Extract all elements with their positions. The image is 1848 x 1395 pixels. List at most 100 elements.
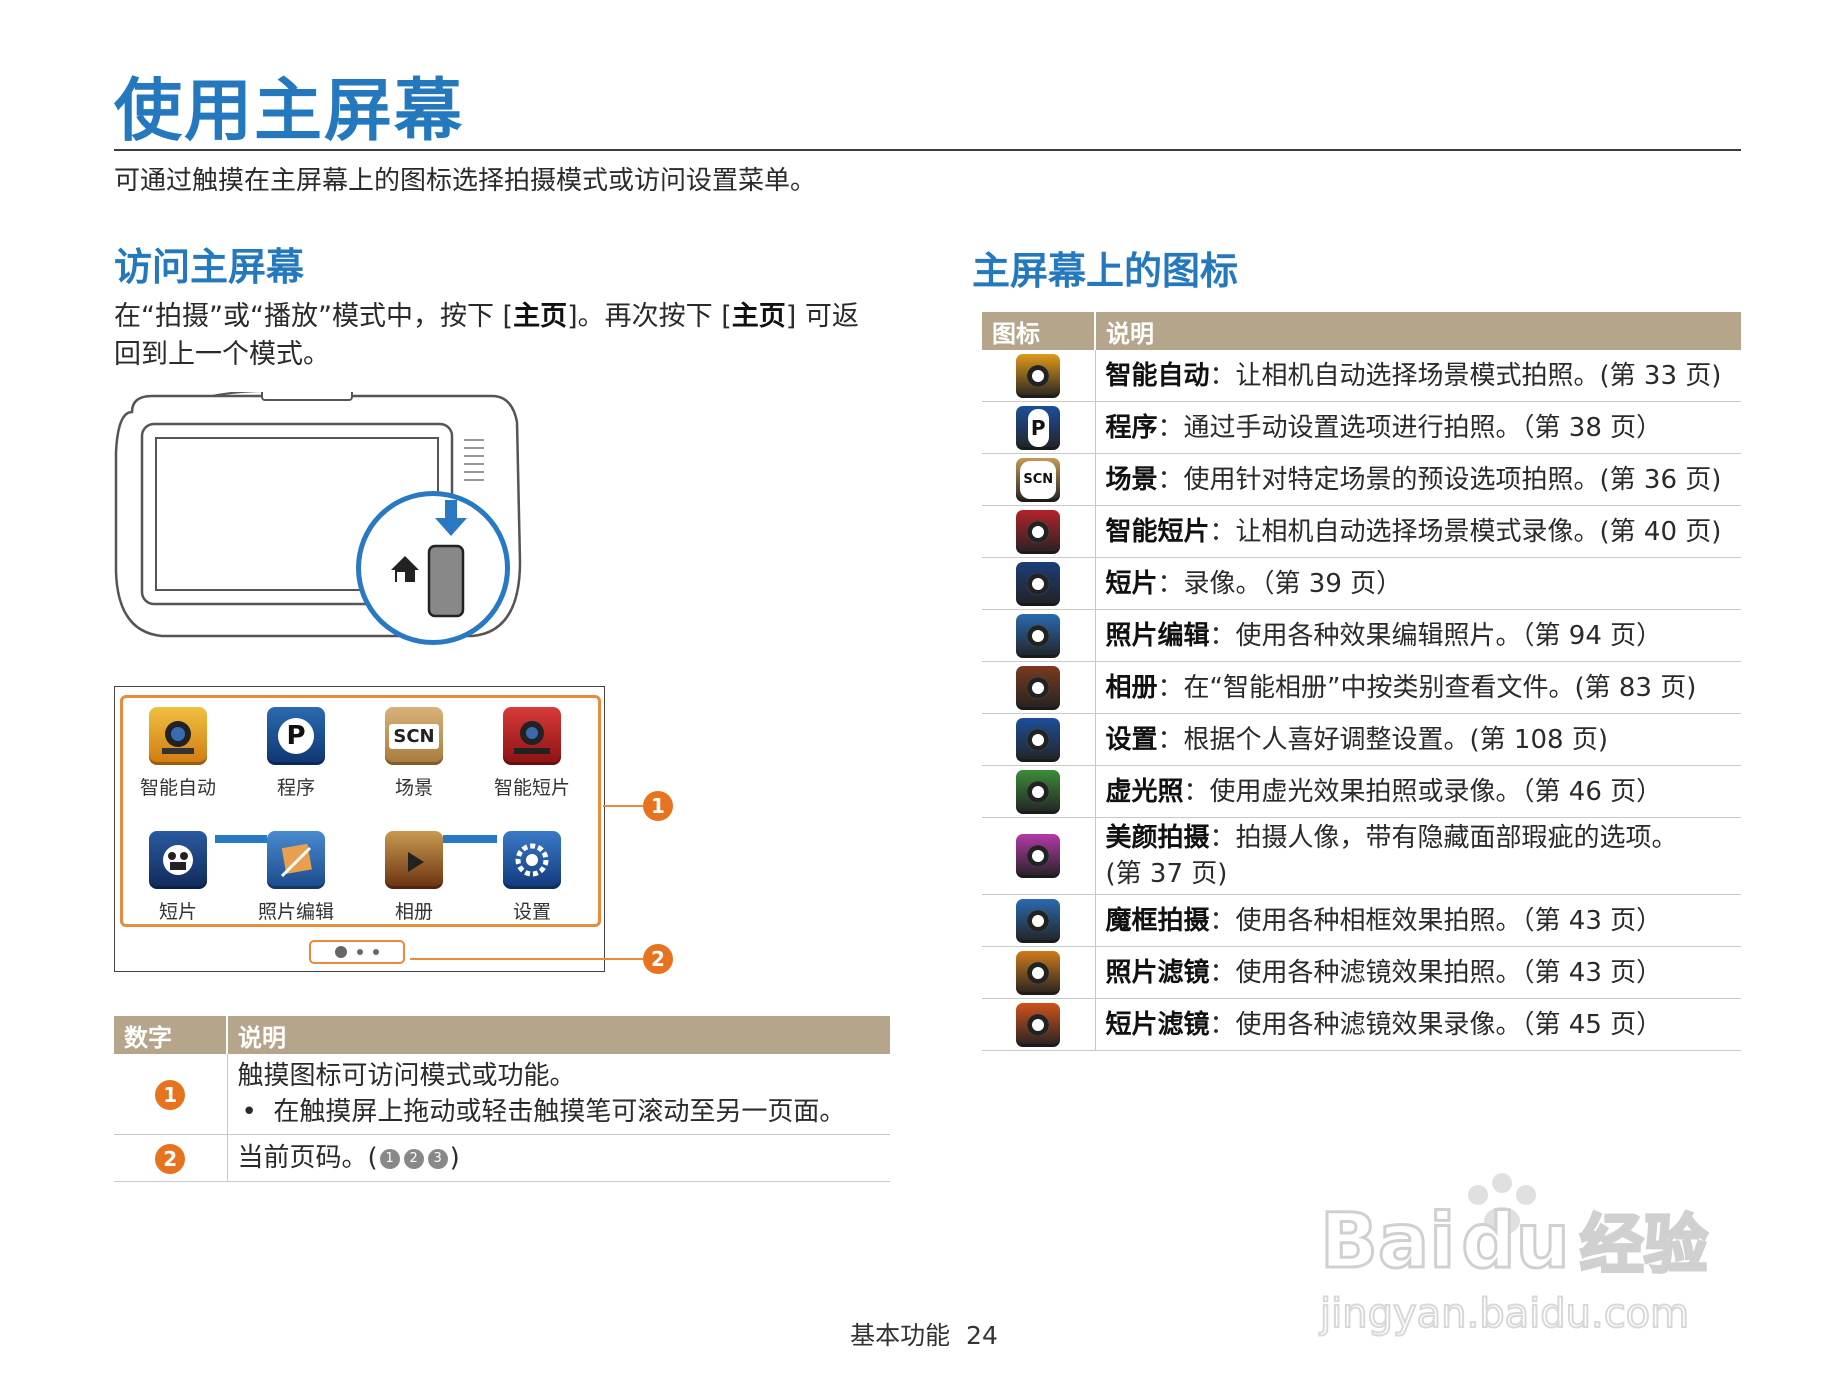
- mode-name: 相册: [1105, 672, 1158, 703]
- app-scene[interactable]: SCN 场景: [359, 707, 469, 800]
- app-label: 场景: [394, 777, 433, 799]
- mode-name: 照片编辑: [1105, 620, 1210, 651]
- callout-leader-2: [410, 958, 643, 960]
- app-program[interactable]: P 程序: [241, 707, 351, 800]
- smart-auto-icon: [1016, 353, 1061, 398]
- table-row: 2 当前页码。(1 2 3): [114, 1134, 890, 1182]
- scene-icon: SCN: [385, 707, 443, 765]
- title-divider: [114, 149, 1741, 151]
- app-settings[interactable]: 设置: [477, 831, 587, 924]
- callout-badge: 2: [155, 1144, 186, 1174]
- col-header-icon: 图标: [982, 312, 1096, 350]
- app-label: 照片编辑: [257, 901, 334, 923]
- app-label: 设置: [512, 901, 551, 923]
- mode-name: 虚光照: [1105, 776, 1184, 807]
- table-row: 虚光照：使用虚光效果拍照或录像。（第 46 页）: [982, 765, 1741, 818]
- press-arrow-icon: [435, 500, 467, 536]
- bullet: •: [241, 1097, 257, 1127]
- mode-description: ：使用各种效果编辑照片。（第 94 页）: [1209, 620, 1663, 651]
- svg-text:jingyan.baidu.com: jingyan.baidu.com: [1319, 1291, 1689, 1337]
- baidu-jingyan-watermark: Baidu 经验 jingyan.baidu.com: [1318, 1173, 1709, 1338]
- album-icon: [385, 831, 443, 889]
- table-row: 照片编辑：使用各种效果编辑照片。（第 94 页）: [982, 609, 1741, 662]
- home-key-label: 主页: [513, 301, 568, 332]
- row-text: 在触摸屏上拖动或轻击触摸笔可滚动至另一页面。: [273, 1097, 846, 1127]
- table-row: 智能短片：让相机自动选择场景模式录像。(第 40 页): [982, 505, 1741, 558]
- app-label: 智能自动: [139, 777, 216, 799]
- mode-name: 设置: [1105, 724, 1158, 755]
- callout-table: 数字 说明 1 触摸图标可访问模式或功能。 • 在触摸屏上拖动或轻击触摸笔可滚动…: [114, 1016, 890, 1182]
- callout-badge: 1: [155, 1080, 186, 1110]
- page-title: 使用主屏幕: [114, 72, 465, 151]
- smart-auto-icon: [149, 707, 207, 765]
- page-dot: [373, 949, 379, 955]
- photo-editor-icon: [1016, 613, 1061, 658]
- icon-glyph: SCN: [1020, 460, 1057, 499]
- program-icon: P: [267, 707, 325, 765]
- callout-leader-1: [603, 805, 643, 807]
- app-label: 相册: [394, 901, 433, 923]
- settings-icon: [1016, 717, 1061, 762]
- access-home-paragraph: 在“拍摄”或“播放”模式中，按下 [主页]。再次按下 [主页] 可返回到上一个模…: [114, 298, 874, 374]
- table-row: 照片滤镜：使用各种滤镜效果拍照。（第 43 页）: [982, 946, 1741, 999]
- magic-frame-icon: [1016, 898, 1061, 943]
- page-indicator[interactable]: [309, 940, 405, 964]
- page-number-badge: 1: [379, 1148, 400, 1169]
- table-row: 魔框拍摄：使用各种相框效果拍照。（第 43 页）: [982, 894, 1741, 947]
- mode-description: ：使用各种相框效果拍照。（第 43 页）: [1209, 905, 1663, 936]
- page-dot-active: [335, 946, 347, 958]
- page-number: 24: [966, 1321, 998, 1350]
- mode-name: 场景: [1105, 464, 1158, 495]
- mode-name: 魔框拍摄: [1105, 905, 1210, 936]
- mode-description: ：根据个人喜好调整设置。(第 108 页): [1157, 724, 1608, 755]
- table-row: 短片滤镜：使用各种滤镜效果录像。（第 45 页）: [982, 998, 1741, 1051]
- program-glyph: P: [278, 718, 314, 754]
- home-icons-table: 图标 说明 智能自动：让相机自动选择场景模式拍照。(第 33 页) P 程序：通过手…: [982, 312, 1741, 1051]
- mode-description: ：使用虚光效果拍照或录像。（第 46 页）: [1183, 776, 1663, 807]
- mode-name: 智能短片: [1105, 516, 1210, 547]
- app-photo-editor[interactable]: 照片编辑: [241, 831, 351, 924]
- row-text: 当前页码。(: [237, 1143, 378, 1173]
- scene-icon: SCN: [1016, 457, 1061, 502]
- mode-description: (第 37 页): [1105, 859, 1228, 889]
- table-row: 短片：录像。（第 39 页）: [982, 557, 1741, 610]
- table-row: 1 触摸图标可访问模式或功能。 • 在触摸屏上拖动或轻击触摸笔可滚动至另一页面。: [114, 1054, 890, 1135]
- app-smart-movie[interactable]: 智能短片: [477, 707, 587, 800]
- photo-filter-icon: [1016, 950, 1061, 995]
- table-row: 设置：根据个人喜好调整设置。(第 108 页): [982, 713, 1741, 766]
- home-screen-mockup: 智能自动 P 程序 SCN 场景 智能短片 短片 照片编辑 相册 设置: [114, 686, 605, 972]
- page-number-badge: 2: [403, 1148, 424, 1169]
- home-button: [427, 544, 465, 618]
- col-header-description: 说明: [1095, 312, 1741, 350]
- mode-name: 短片: [1105, 568, 1158, 599]
- mode-description: ：使用各种滤镜效果录像。（第 45 页）: [1209, 1009, 1663, 1040]
- col-header-description: 说明: [227, 1016, 890, 1054]
- mode-description: ：让相机自动选择场景模式录像。(第 40 页): [1209, 516, 1722, 547]
- album-icon: [1016, 665, 1061, 710]
- beauty-shot-icon: [1016, 834, 1061, 878]
- svg-text:Baidu经验: Baidu 经验: [1320, 1196, 1708, 1285]
- home-key-label: 主页: [731, 301, 786, 332]
- page-dot: [357, 949, 363, 955]
- row-text: 触摸图标可访问模式或功能。: [237, 1061, 576, 1091]
- mode-description: ：通过手动设置选项进行拍照。（第 38 页）: [1157, 412, 1663, 443]
- mode-name: 短片滤镜: [1105, 1009, 1210, 1040]
- app-smart-auto[interactable]: 智能自动: [123, 707, 233, 800]
- mode-description: ：使用针对特定场景的预设选项拍照。(第 36 页): [1157, 464, 1722, 495]
- photo-editor-icon: [267, 831, 325, 889]
- icon-glyph: P: [1027, 408, 1049, 447]
- callout-1: 1: [643, 791, 673, 821]
- table-row: P 程序：通过手动设置选项进行拍照。（第 38 页）: [982, 401, 1741, 454]
- para-text: ]。再次按下 [: [567, 301, 732, 332]
- col-header-number: 数字: [114, 1016, 228, 1054]
- movie-filter-icon: [1016, 1002, 1061, 1047]
- settings-icon: [503, 831, 561, 889]
- app-movie[interactable]: 短片: [123, 831, 233, 924]
- scene-glyph: SCN: [389, 723, 439, 749]
- app-album[interactable]: 相册: [359, 831, 469, 924]
- smart-movie-icon: [503, 707, 561, 765]
- table-row: 美颜拍摄：拍摄人像，带有隐藏面部瑕疵的选项。 (第 37 页): [982, 817, 1741, 895]
- mode-name: 程序: [1105, 412, 1158, 443]
- para-text: 在“拍摄”或“播放”模式中，按下 [: [114, 301, 514, 332]
- footer-section: 基本功能: [850, 1321, 951, 1350]
